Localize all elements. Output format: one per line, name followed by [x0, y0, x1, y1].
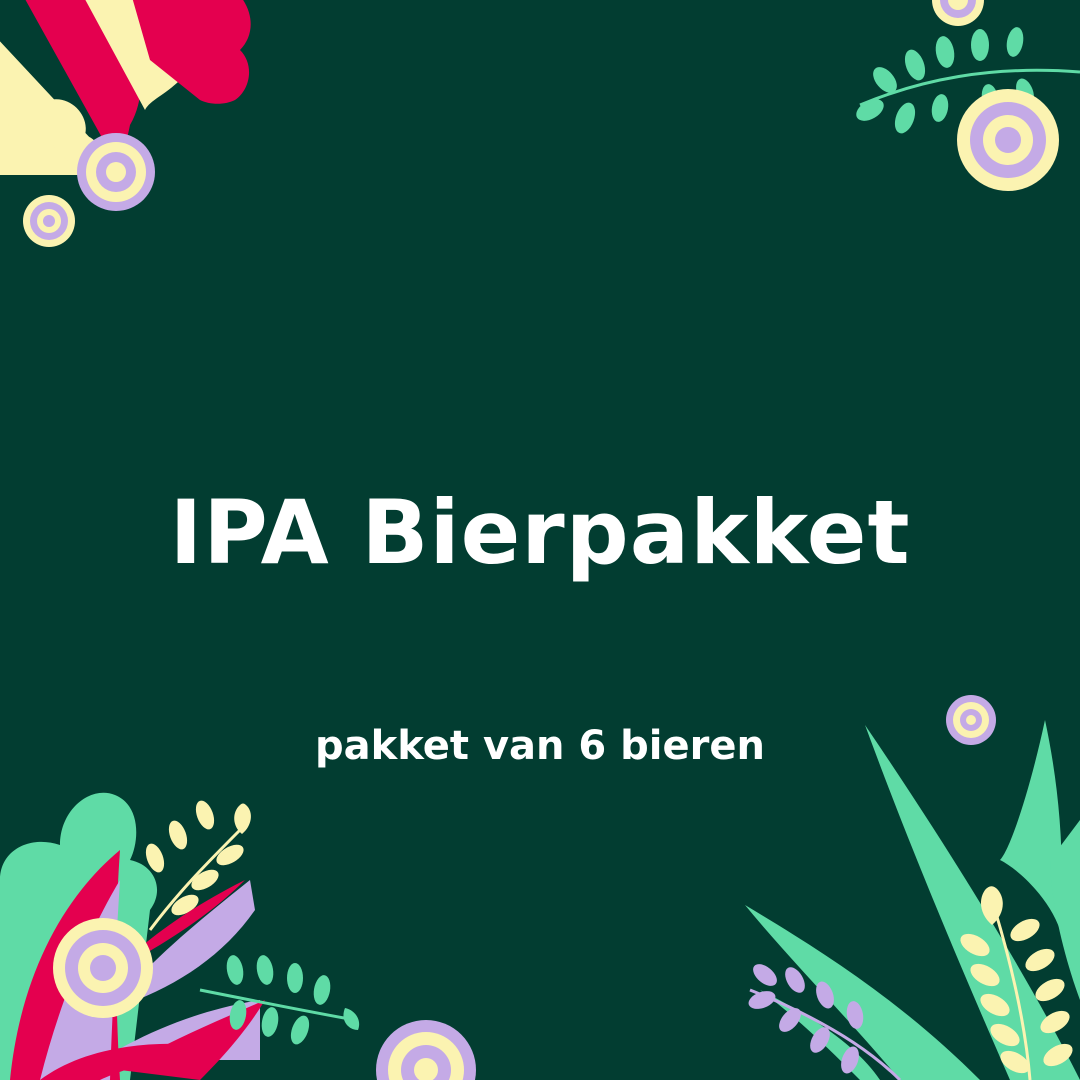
page-subtitle: pakket van 6 bieren [315, 723, 765, 769]
concentric-circle-icon [957, 89, 1059, 191]
bottom-left-flower-cluster-icon [0, 792, 360, 1080]
bottom-right-leaf-cluster-icon [745, 720, 1080, 1080]
graphic-canvas: IPA Bierpakket pakket van 6 bieren [0, 0, 1080, 1080]
concentric-circle-icon [932, 0, 984, 26]
concentric-circle-icon [77, 133, 155, 211]
page-title: IPA Bierpakket [169, 481, 911, 584]
concentric-circle-icon [53, 918, 153, 1018]
concentric-circle-icon [23, 195, 75, 247]
concentric-circle-icon [376, 1020, 476, 1080]
